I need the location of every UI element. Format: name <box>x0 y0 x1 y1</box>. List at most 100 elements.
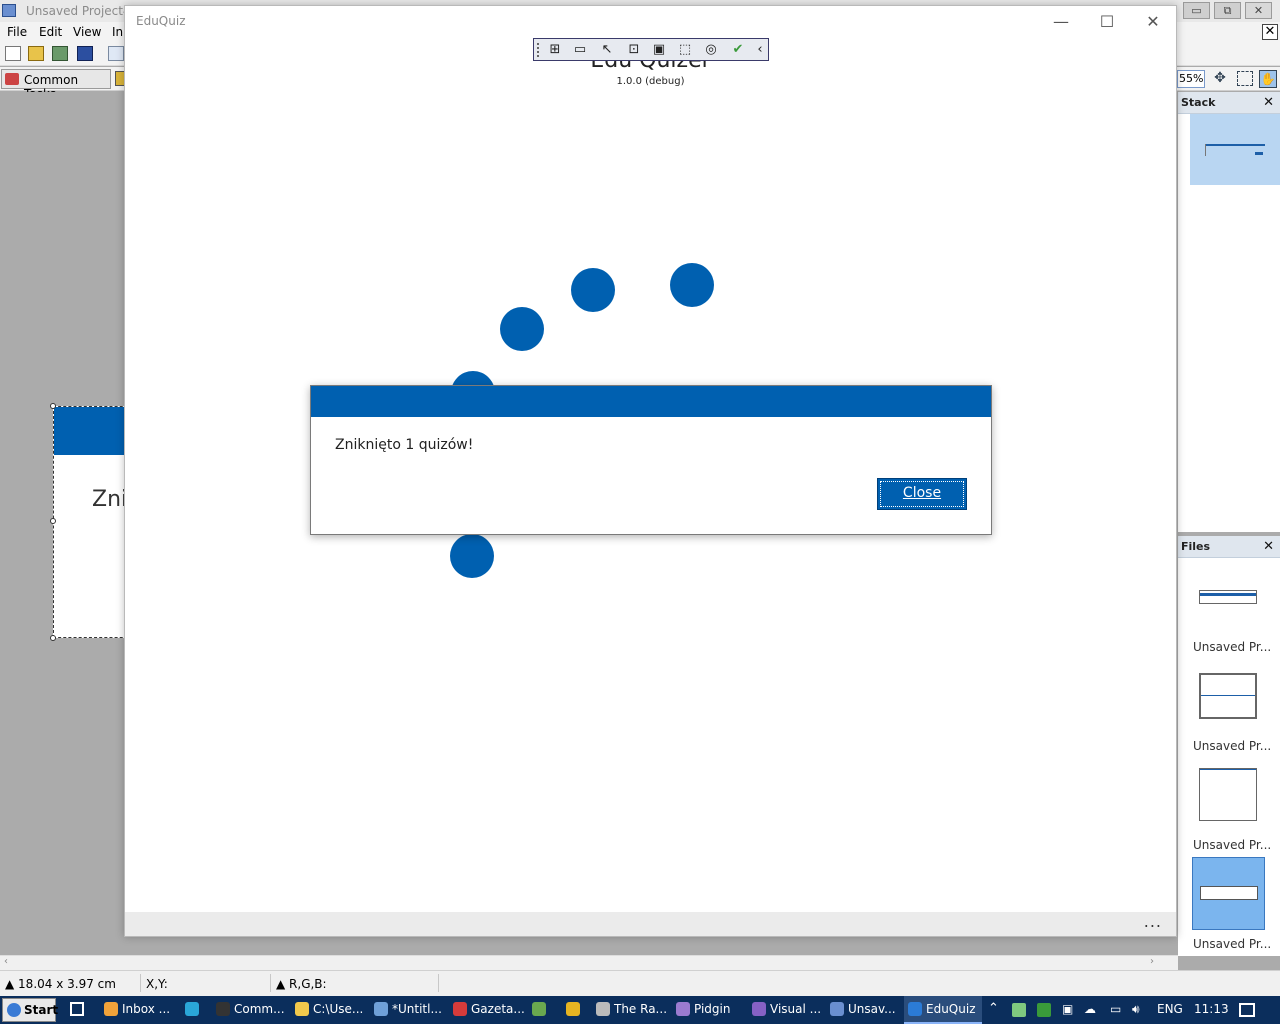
tray-app-icon[interactable] <box>1037 1003 1051 1017</box>
minimize-button[interactable]: — <box>1038 10 1084 34</box>
restore-button[interactable]: ⧉ <box>1214 2 1241 19</box>
menu-file[interactable]: File <box>7 25 27 39</box>
preview-header-bar <box>54 407 132 455</box>
taskbar-item[interactable] <box>562 996 588 1024</box>
language-indicator[interactable]: ENG <box>1157 996 1183 1024</box>
scroll-left-icon[interactable]: ‹ <box>4 956 8 967</box>
track-focus-icon[interactable]: ▣ <box>650 42 668 58</box>
taskbar-app-icon <box>532 1002 546 1016</box>
close-dialog-button[interactable]: Close <box>877 478 967 510</box>
file-thumbnail-selected[interactable] <box>1192 857 1265 930</box>
display-layout-icon[interactable]: ⬚ <box>676 42 694 58</box>
open-folder-icon[interactable] <box>28 46 44 61</box>
hot-reload-icon[interactable]: ◎ <box>702 42 720 58</box>
maximize-button[interactable]: ☐ <box>1084 10 1130 34</box>
files-panel-close-icon[interactable]: ✕ <box>1263 539 1274 554</box>
minimize-button[interactable]: ▭ <box>1183 2 1210 19</box>
taskbar-item[interactable]: Visual ... <box>748 996 822 1024</box>
taskbar-item[interactable]: *Untitl... <box>370 996 448 1024</box>
tray-app-icon[interactable] <box>1012 1003 1026 1017</box>
message-dialog: Zniknięto 1 quizów! Close <box>310 385 992 535</box>
taskbar-app-icon <box>676 1002 690 1016</box>
file-thumbnail[interactable] <box>1199 768 1257 821</box>
scan-icon[interactable] <box>52 46 68 61</box>
check-icon[interactable]: ✔ <box>729 42 747 58</box>
network-icon[interactable]: ▭ <box>1110 996 1121 1024</box>
taskbar-item-label: Comm... <box>234 1002 285 1016</box>
taskbar-item[interactable]: The Ra... <box>592 996 670 1024</box>
taskbar-item[interactable]: C:\Use... <box>291 996 369 1024</box>
volume-icon[interactable]: 🔊︎ <box>1132 996 1140 1024</box>
record-icon[interactable]: ▭ <box>571 42 589 58</box>
taskbar-item-label: The Ra... <box>614 1002 668 1016</box>
taskbar-item-label: EduQuiz <box>926 1002 976 1016</box>
taskbar-item-label: Gazeta... <box>471 1002 525 1016</box>
status-size: ▲ 18.04 x 3.97 cm <box>5 977 116 991</box>
live-tree-icon[interactable]: ⊞ <box>546 42 564 58</box>
eduquiz-window-title: EduQuiz <box>136 14 186 28</box>
save-icon[interactable] <box>77 46 93 61</box>
eduquiz-window: EduQuiz — ☐ ✕ Edu Quizer 1.0.0 (debug) ⊞… <box>124 5 1177 937</box>
taskbar-item[interactable]: Gazeta... <box>449 996 527 1024</box>
app-version: 1.0.0 (debug) <box>616 76 685 87</box>
close-button[interactable]: ✕ <box>1245 2 1272 19</box>
file-thumbnail[interactable] <box>1199 673 1257 719</box>
new-file-icon[interactable] <box>5 46 21 61</box>
stack-item-selected[interactable] <box>1190 114 1280 185</box>
resize-handle[interactable] <box>50 518 56 524</box>
clock[interactable]: 11:13 <box>1194 996 1229 1024</box>
move-icon[interactable]: ✥ <box>1212 71 1228 86</box>
taskbar-item[interactable] <box>181 996 207 1024</box>
taskbar-item[interactable]: Inbox ... <box>100 996 178 1024</box>
dialog-header <box>311 386 991 417</box>
taskbar-item-label: Pidgin <box>694 1002 731 1016</box>
taskbar-item[interactable]: Unsav... <box>826 996 900 1024</box>
layout-adorner-icon[interactable]: ⊡ <box>625 42 643 58</box>
background-window-controls: ▭ ⧉ ✕ <box>1183 2 1272 19</box>
taskbar-item[interactable]: Comm... <box>212 996 290 1024</box>
menu-edit[interactable]: Edit <box>39 25 62 39</box>
common-tasks-icon <box>5 73 19 85</box>
tray-expand-icon[interactable]: ⌃ <box>988 996 999 1024</box>
horizontal-scrollbar[interactable]: ‹ › <box>0 955 1178 970</box>
taskbar-app-icon <box>104 1002 118 1016</box>
meeting-icon[interactable]: ▣ <box>1062 996 1073 1024</box>
onedrive-icon[interactable]: ☁ <box>1084 996 1096 1024</box>
more-options-button[interactable]: ... <box>1144 912 1162 931</box>
task-view-button[interactable] <box>64 996 90 1024</box>
close-button[interactable]: ✕ <box>1130 10 1176 34</box>
taskbar-app-icon <box>830 1002 844 1016</box>
resize-handle[interactable] <box>50 635 56 641</box>
hand-icon[interactable]: ✋ <box>1259 70 1277 88</box>
collapse-chevron-icon[interactable]: ‹ <box>751 42 769 58</box>
start-label: Start <box>24 1003 59 1017</box>
select-element-icon[interactable]: ↖ <box>598 42 616 58</box>
spinner-dot <box>670 263 714 307</box>
menu-insert[interactable]: In <box>112 25 123 39</box>
scroll-right-icon[interactable]: › <box>1150 956 1154 967</box>
resize-handle[interactable] <box>50 403 56 409</box>
document-close-button[interactable]: ✕ <box>1262 24 1278 40</box>
toolbar-grip[interactable] <box>537 43 541 57</box>
notifications-icon[interactable] <box>1239 1003 1255 1017</box>
stack-panel-close-icon[interactable]: ✕ <box>1263 95 1274 110</box>
select-icon[interactable] <box>1237 71 1253 86</box>
file-label: Unsaved Pr... <box>1193 739 1272 753</box>
taskbar-item[interactable] <box>528 996 558 1024</box>
start-button[interactable]: Start <box>2 998 59 1022</box>
file-thumbnail[interactable] <box>1199 590 1257 604</box>
menu-view[interactable]: View <box>73 25 101 39</box>
stack-panel: Stack ✕ <box>1178 92 1280 532</box>
app-bottom-bar: ... <box>125 912 1176 936</box>
taskbar-item-label: Unsav... <box>848 1002 896 1016</box>
canvas-page-preview[interactable]: Zni <box>53 406 133 638</box>
stack-panel-header: Stack ✕ <box>1178 92 1280 114</box>
taskbar-item[interactable]: EduQuiz <box>904 996 982 1024</box>
email-icon[interactable] <box>108 46 124 61</box>
zoom-field[interactable]: 55% <box>1177 70 1205 88</box>
common-tasks-button[interactable]: Common Tasks <box>1 69 111 101</box>
spinner-dot <box>500 307 544 351</box>
taskbar-item[interactable]: Pidgin <box>672 996 744 1024</box>
taskbar-app-icon <box>295 1002 309 1016</box>
taskbar: Start ⌃ ▣ ☁ ▭ 🔊︎ ENG 11:13 Inbox ... Comm… <box>0 996 1280 1024</box>
